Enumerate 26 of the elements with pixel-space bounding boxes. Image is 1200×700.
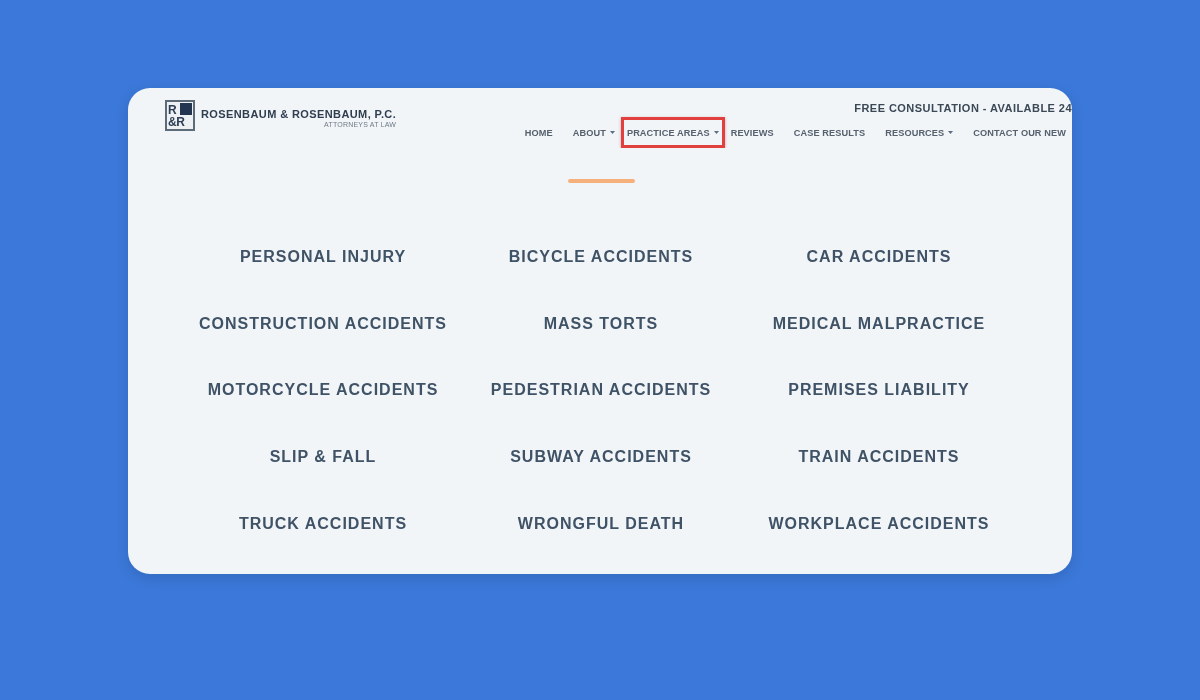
firm-name: ROSENBAUM & ROSENBAUM, P.C. <box>201 107 397 120</box>
practice-area-link[interactable]: MEDICAL MALPRACTICE <box>772 314 986 333</box>
practice-area-link[interactable]: TRUCK ACCIDENTS <box>238 514 408 533</box>
practice-area-link[interactable]: MASS TORTS <box>543 314 659 333</box>
logo-mark: R &R <box>165 100 195 131</box>
nav-link[interactable]: CONTACT OUR NEW <box>967 117 1072 148</box>
consultation-text: FREE CONSULTATION - AVAILABLE 24 <box>854 102 1072 114</box>
practice-area-link[interactable]: PREMISES LIABILITY <box>788 381 970 400</box>
practice-area-link[interactable]: CONSTRUCTION ACCIDENTS <box>198 314 448 333</box>
nav-link[interactable]: CASE RESULTS <box>787 117 872 148</box>
practice-area-link[interactable]: MOTORCYCLE ACCIDENTS <box>207 381 439 400</box>
practice-area-link[interactable]: SUBWAY ACCIDENTS <box>510 448 692 467</box>
practice-area-link[interactable]: WORKPLACE ACCIDENTS <box>768 514 990 533</box>
practice-area-link[interactable]: PEDESTRIAN ACCIDENTS <box>490 381 712 400</box>
nav-link[interactable]: RESOURCES <box>879 117 960 148</box>
practice-area-link[interactable]: CAR ACCIDENTS <box>806 248 952 267</box>
accent-line <box>567 179 635 183</box>
nav-link[interactable]: REVIEWS <box>724 117 780 148</box>
nav-link[interactable]: ABOUT <box>566 117 621 148</box>
highlighted-nav-link[interactable]: PRACTICE AREAS <box>620 117 725 148</box>
practice-area-link[interactable]: PERSONAL INJURY <box>239 248 407 267</box>
practice-area-link[interactable]: SLIP & FALL <box>269 448 377 467</box>
practice-area-link[interactable]: BICYCLE ACCIDENTS <box>508 248 694 267</box>
practice-area-link[interactable]: TRAIN ACCIDENTS <box>798 448 960 467</box>
practice-area-link[interactable]: WRONGFUL DEATH <box>517 514 685 533</box>
nav-link[interactable]: HOME <box>518 117 559 148</box>
